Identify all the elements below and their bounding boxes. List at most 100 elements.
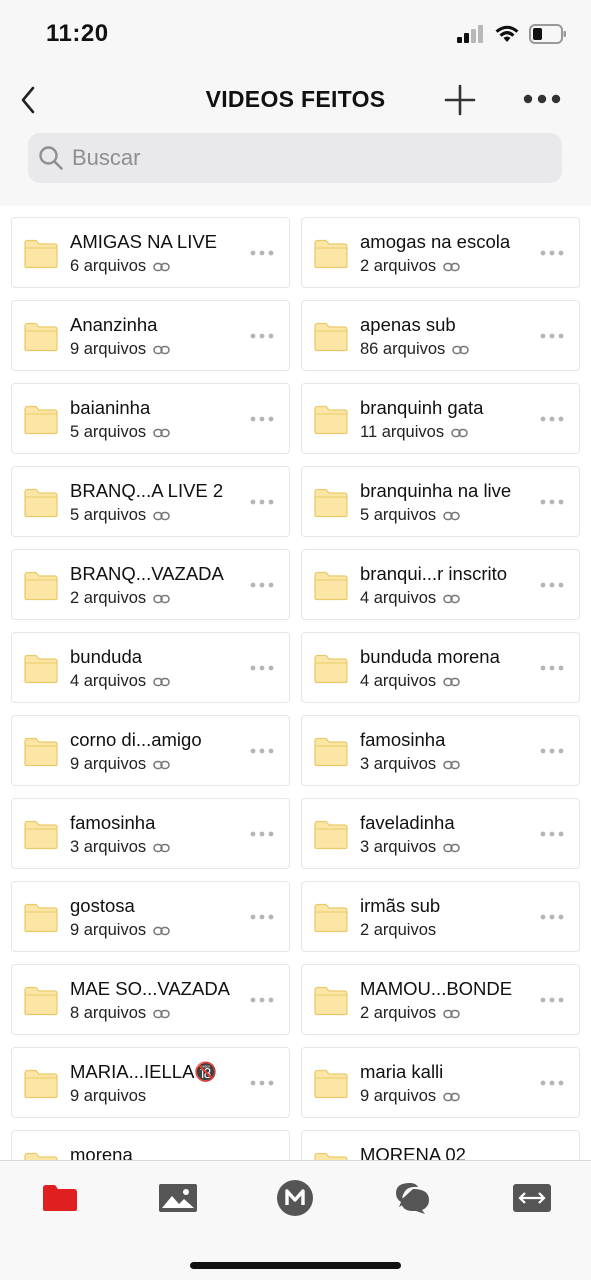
folder-item[interactable]: gostosa 9 arquivos [11,881,290,952]
search-bar [28,133,562,183]
status-time: 11:20 [46,20,109,47]
folder-name: BRANQ...VAZADA [70,563,224,584]
more-options-icon[interactable] [249,908,275,926]
folder-name: AMIGAS NA LIVE [70,231,218,252]
folder-icon [24,654,58,684]
folder-item[interactable]: morena [11,1130,290,1160]
folder-item[interactable]: branquinha na live 5 arquivos [301,466,580,537]
folder-meta: 6 arquivos [70,257,170,276]
battery-icon [529,24,566,44]
file-count: 5 arquivos [70,423,147,441]
folder-meta: 5 arquivos [360,506,460,525]
back-button[interactable] [14,82,42,118]
tab-photos[interactable] [156,1178,200,1218]
file-count: 86 arquivos [360,340,446,358]
folder-item[interactable]: baianinha 5 arquivos [11,383,290,454]
more-options-icon[interactable] [539,659,565,677]
plus-icon [444,84,476,116]
folder-item[interactable]: branqui...r inscrito 4 arquivos [301,549,580,620]
tab-transfers[interactable] [510,1178,554,1218]
folder-icon [314,322,348,352]
folder-meta: 2 arquivos [360,921,436,940]
link-icon [443,1009,460,1018]
folder-item[interactable]: famosinha 3 arquivos [301,715,580,786]
folder-name: maria kalli [360,1061,444,1082]
folder-item[interactable]: famosinha 3 arquivos [11,798,290,869]
more-options-button[interactable] [520,84,564,114]
folder-icon [24,1152,58,1160]
file-count: 9 arquivos [70,1087,147,1105]
more-options-icon[interactable] [249,327,275,345]
more-options-icon[interactable] [249,1074,275,1092]
more-options-icon[interactable] [539,1074,565,1092]
folder-item[interactable]: Ananzinha 9 arquivos [11,300,290,371]
more-options-icon[interactable] [249,659,275,677]
search-input[interactable] [72,145,532,171]
more-options-icon[interactable] [539,410,565,428]
folder-meta: 9 arquivos [70,755,170,774]
folder-meta: 5 arquivos [70,423,170,442]
folder-item[interactable]: MARIA...IELLA🔞 9 arquivos [11,1047,290,1118]
folder-name: famosinha [360,729,446,750]
folder-meta: 4 arquivos [360,589,460,608]
more-options-icon[interactable] [249,410,275,428]
add-button[interactable] [442,82,478,118]
more-options-icon[interactable] [539,493,565,511]
folder-name: MARIA...IELLA🔞 [70,1061,218,1082]
folder-item[interactable]: bunduda morena 4 arquivos [301,632,580,703]
folder-name: MAE SO...VAZADA [70,978,231,999]
folder-item[interactable]: apenas sub 86 arquivos [301,300,580,371]
folder-item[interactable]: maria kalli 9 arquivos [301,1047,580,1118]
folder-meta: 9 arquivos [70,340,170,359]
more-options-icon[interactable] [539,244,565,262]
more-options-icon[interactable] [539,327,565,345]
folder-icon [24,737,58,767]
folder-icon [24,239,58,269]
file-count: 9 arquivos [360,1087,437,1105]
link-icon [443,262,460,271]
more-options-icon[interactable] [539,742,565,760]
home-indicator [190,1262,401,1269]
folder-item[interactable]: AMIGAS NA LIVE 6 arquivos [11,217,290,288]
folder-item[interactable]: MAMOU...BONDE 2 arquivos [301,964,580,1035]
tab-chat[interactable] [391,1178,435,1218]
folder-meta: 3 arquivos [70,838,170,857]
folder-name: branquinha na live [360,480,512,501]
more-options-icon[interactable] [539,908,565,926]
file-count: 2 arquivos [360,1004,437,1022]
link-icon [452,345,470,354]
folder-item[interactable]: BRANQ...VAZADA 2 arquivos [11,549,290,620]
more-options-icon[interactable] [539,825,565,843]
folder-item[interactable]: bunduda 4 arquivos [11,632,290,703]
folder-name: BRANQ...A LIVE 2 [70,480,224,501]
folder-item[interactable]: irmãs sub 2 arquivos [301,881,580,952]
folder-name: faveladinha [360,812,455,833]
folder-name: Ananzinha [70,314,158,335]
folder-item[interactable]: faveladinha 3 arquivos [301,798,580,869]
more-options-icon[interactable] [249,576,275,594]
folder-item[interactable]: MORENA 02 [301,1130,580,1160]
tab-home[interactable] [273,1178,317,1218]
more-options-icon[interactable] [539,991,565,1009]
more-options-icon[interactable] [249,493,275,511]
folder-name: corno di...amigo [70,729,202,750]
file-count: 9 arquivos [70,755,147,773]
folder-item[interactable]: corno di...amigo 9 arquivos [11,715,290,786]
folder-meta: 3 arquivos [360,755,460,774]
more-options-icon[interactable] [249,991,275,1009]
folder-icon [314,488,348,518]
more-options-icon[interactable] [249,825,275,843]
more-options-icon[interactable] [249,244,275,262]
folder-item[interactable]: branquinh gata 11 arquivos [301,383,580,454]
folder-item[interactable]: amogas na escola 2 arquivos [301,217,580,288]
folder-icon [314,239,348,269]
tab-cloud-drive[interactable] [38,1178,82,1218]
link-icon [153,511,170,520]
more-options-icon[interactable] [539,576,565,594]
folder-meta: 5 arquivos [70,506,170,525]
folder-name: branquinh gata [360,397,484,418]
folder-item[interactable]: MAE SO...VAZADA 8 arquivos [11,964,290,1035]
folder-item[interactable]: BRANQ...A LIVE 2 5 arquivos [11,466,290,537]
folder-icon [314,405,348,435]
more-options-icon[interactable] [249,742,275,760]
